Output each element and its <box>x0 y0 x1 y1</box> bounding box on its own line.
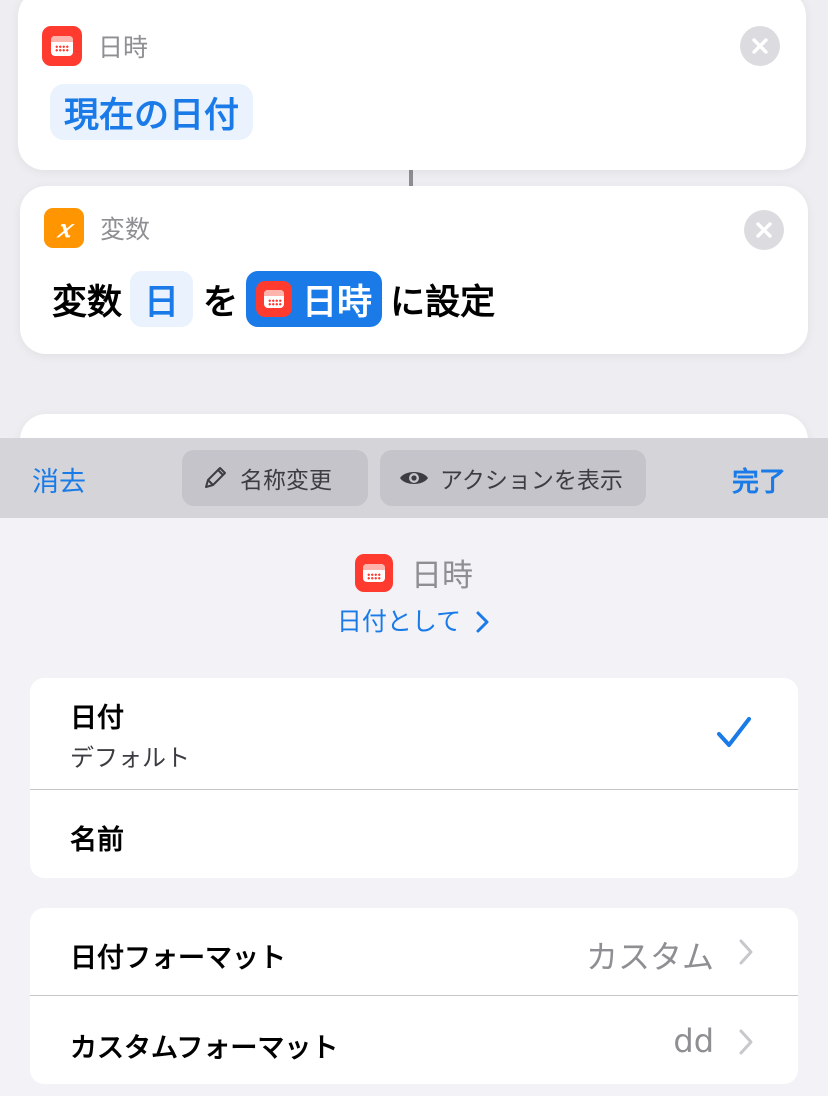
sheet-title: 日時 <box>0 550 828 595</box>
action-connector <box>409 168 413 188</box>
type-selector-link[interactable]: 日付として <box>0 602 828 638</box>
custom-format-row[interactable]: カスタムフォーマット dd <box>30 996 798 1084</box>
date-action-label: 日時 <box>98 33 149 62</box>
date-variable-token[interactable]: 日時 <box>246 271 383 327</box>
variable-details-sheet: 日時 日付として 日付 デフォルト 名前 日付フォーマット カスタム カスタムフ… <box>0 518 828 1096</box>
show-actions-button[interactable]: アクションを表示 <box>380 450 646 506</box>
shortcut-editor-canvas: 日時 現在の日付 𝑥 変数 変数 日 を 日時 に設定 <box>0 0 828 438</box>
sheet-title-label: 日時 <box>411 558 473 594</box>
set-variable-sentence: 変数 日 を 日時 に設定 <box>52 270 495 328</box>
next-action-card[interactable] <box>20 414 808 438</box>
calendar-icon <box>42 26 82 66</box>
eye-icon <box>400 472 428 484</box>
calendar-icon <box>256 281 293 317</box>
particle-text: を <box>203 282 239 323</box>
date-variable-token-label: 日時 <box>302 282 373 323</box>
date-format-label: 日付フォーマット <box>70 943 286 974</box>
remove-variable-action-button[interactable] <box>744 210 784 250</box>
property-options-list: 日付 デフォルト 名前 <box>30 678 798 878</box>
variable-action-header: 𝑥 変数 <box>44 208 150 248</box>
variable-toolbar: 消去 名称変更 アクションを表示 完了 <box>0 438 828 518</box>
variable-action-label: 変数 <box>100 215 151 244</box>
custom-format-value[interactable]: dd <box>673 1022 714 1060</box>
pencil-icon <box>205 467 226 488</box>
date-action-card[interactable]: 日時 現在の日付 <box>18 0 806 170</box>
option-name-title: 名前 <box>70 825 124 856</box>
variable-icon: 𝑥 <box>44 208 84 248</box>
show-actions-label: アクションを表示 <box>440 468 623 494</box>
custom-format-label: カスタムフォーマット <box>70 1033 339 1064</box>
variable-name-token[interactable]: 日 <box>130 271 194 327</box>
remove-date-action-button[interactable] <box>740 26 780 66</box>
option-date-row[interactable]: 日付 デフォルト <box>30 678 798 789</box>
option-date-subtitle: デフォルト <box>70 744 190 772</box>
format-settings-list: 日付フォーマット カスタム カスタムフォーマット dd <box>30 908 798 1084</box>
done-button[interactable]: 完了 <box>732 460 786 499</box>
rename-button[interactable]: 名称変更 <box>182 450 368 506</box>
date-format-value: カスタム <box>585 938 714 976</box>
close-icon <box>756 222 772 238</box>
current-date-token[interactable]: 現在の日付 <box>50 84 254 140</box>
date-action-header: 日時 <box>42 26 148 66</box>
clear-button[interactable]: 消去 <box>32 460 86 499</box>
option-date-title: 日付 <box>70 703 124 734</box>
option-name-row[interactable]: 名前 <box>30 790 798 878</box>
checkmark-icon <box>717 717 751 747</box>
chevron-right-icon <box>739 1029 753 1055</box>
type-selector-label: 日付として <box>336 607 462 636</box>
rename-label: 名称変更 <box>240 468 332 494</box>
set-variable-action-card[interactable]: 𝑥 変数 変数 日 を 日時 に設定 <box>20 186 808 354</box>
date-format-row[interactable]: 日付フォーマット カスタム <box>30 908 798 995</box>
chevron-right-icon <box>476 611 489 633</box>
variable-word: 変数 <box>52 282 123 323</box>
chevron-right-icon <box>739 939 753 965</box>
close-icon <box>752 38 768 54</box>
set-suffix-text: に設定 <box>390 282 496 323</box>
calendar-icon <box>355 553 393 592</box>
